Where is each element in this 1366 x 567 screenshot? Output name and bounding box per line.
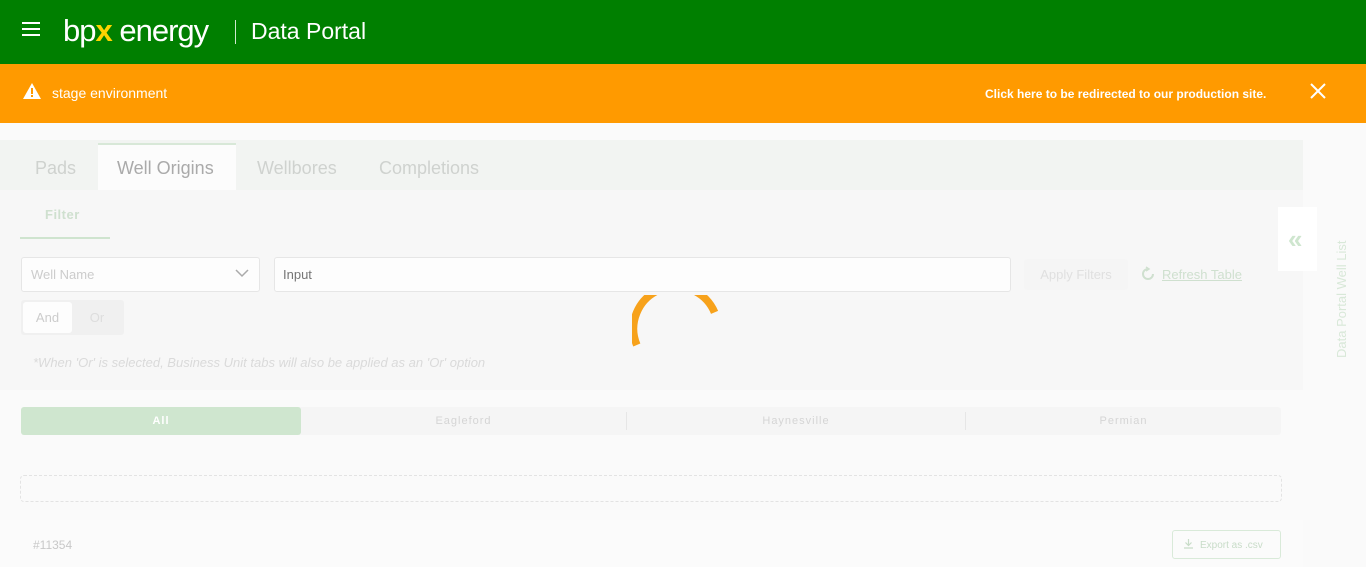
export-label: Export as .csv (1200, 540, 1263, 551)
table-placeholder (20, 475, 1282, 502)
export-csv-button[interactable]: Export as .csv (1172, 530, 1281, 559)
download-icon (1184, 539, 1193, 549)
or-option[interactable]: Or (78, 302, 116, 333)
filter-tab-indicator (20, 237, 110, 239)
filter-field-select[interactable]: Well Name (21, 257, 260, 292)
refresh-table-link[interactable]: Refresh Table (1162, 267, 1242, 282)
menu-icon[interactable] (22, 22, 42, 38)
drawer-title: Data Portal Well List (1334, 240, 1349, 358)
production-redirect-link[interactable]: Click here to be redirected to our produ… (985, 87, 1266, 101)
apply-filters-button[interactable]: Apply Filters (1024, 259, 1128, 290)
header-divider (235, 20, 236, 44)
filter-tab[interactable]: Filter (45, 207, 80, 222)
refresh-icon[interactable] (1140, 266, 1156, 282)
double-chevron-left-icon: « (1288, 224, 1303, 254)
tab-completions[interactable]: Completions (379, 158, 479, 179)
loading-spinner-icon (632, 295, 719, 347)
warning-icon (23, 83, 41, 99)
brand-logo: bpx energy (63, 13, 209, 48)
tab-pads[interactable]: Pads (35, 158, 76, 179)
filter-note: *When 'Or' is selected, Business Unit ta… (33, 355, 486, 370)
top-app-bar: bpx energy Data Portal (0, 0, 1366, 64)
business-unit-eagleford[interactable]: Eagleford (301, 407, 626, 435)
table-footer (0, 520, 1303, 567)
business-unit-haynesville[interactable]: Haynesville (627, 407, 965, 435)
tab-wellbores[interactable]: Wellbores (257, 158, 337, 179)
app-title: Data Portal (251, 18, 367, 44)
business-unit-all[interactable]: All (21, 407, 301, 435)
environment-label: stage environment (52, 85, 168, 101)
close-icon[interactable] (1309, 82, 1327, 100)
chevron-down-icon (235, 269, 249, 278)
and-option[interactable]: And (23, 302, 72, 333)
tab-well-origins[interactable]: Well Origins (117, 158, 214, 179)
record-id: #11354 (33, 538, 73, 552)
filter-value-input[interactable] (274, 257, 1011, 292)
business-unit-permian[interactable]: Permian (966, 407, 1281, 435)
filter-field-value: Well Name (31, 267, 95, 282)
